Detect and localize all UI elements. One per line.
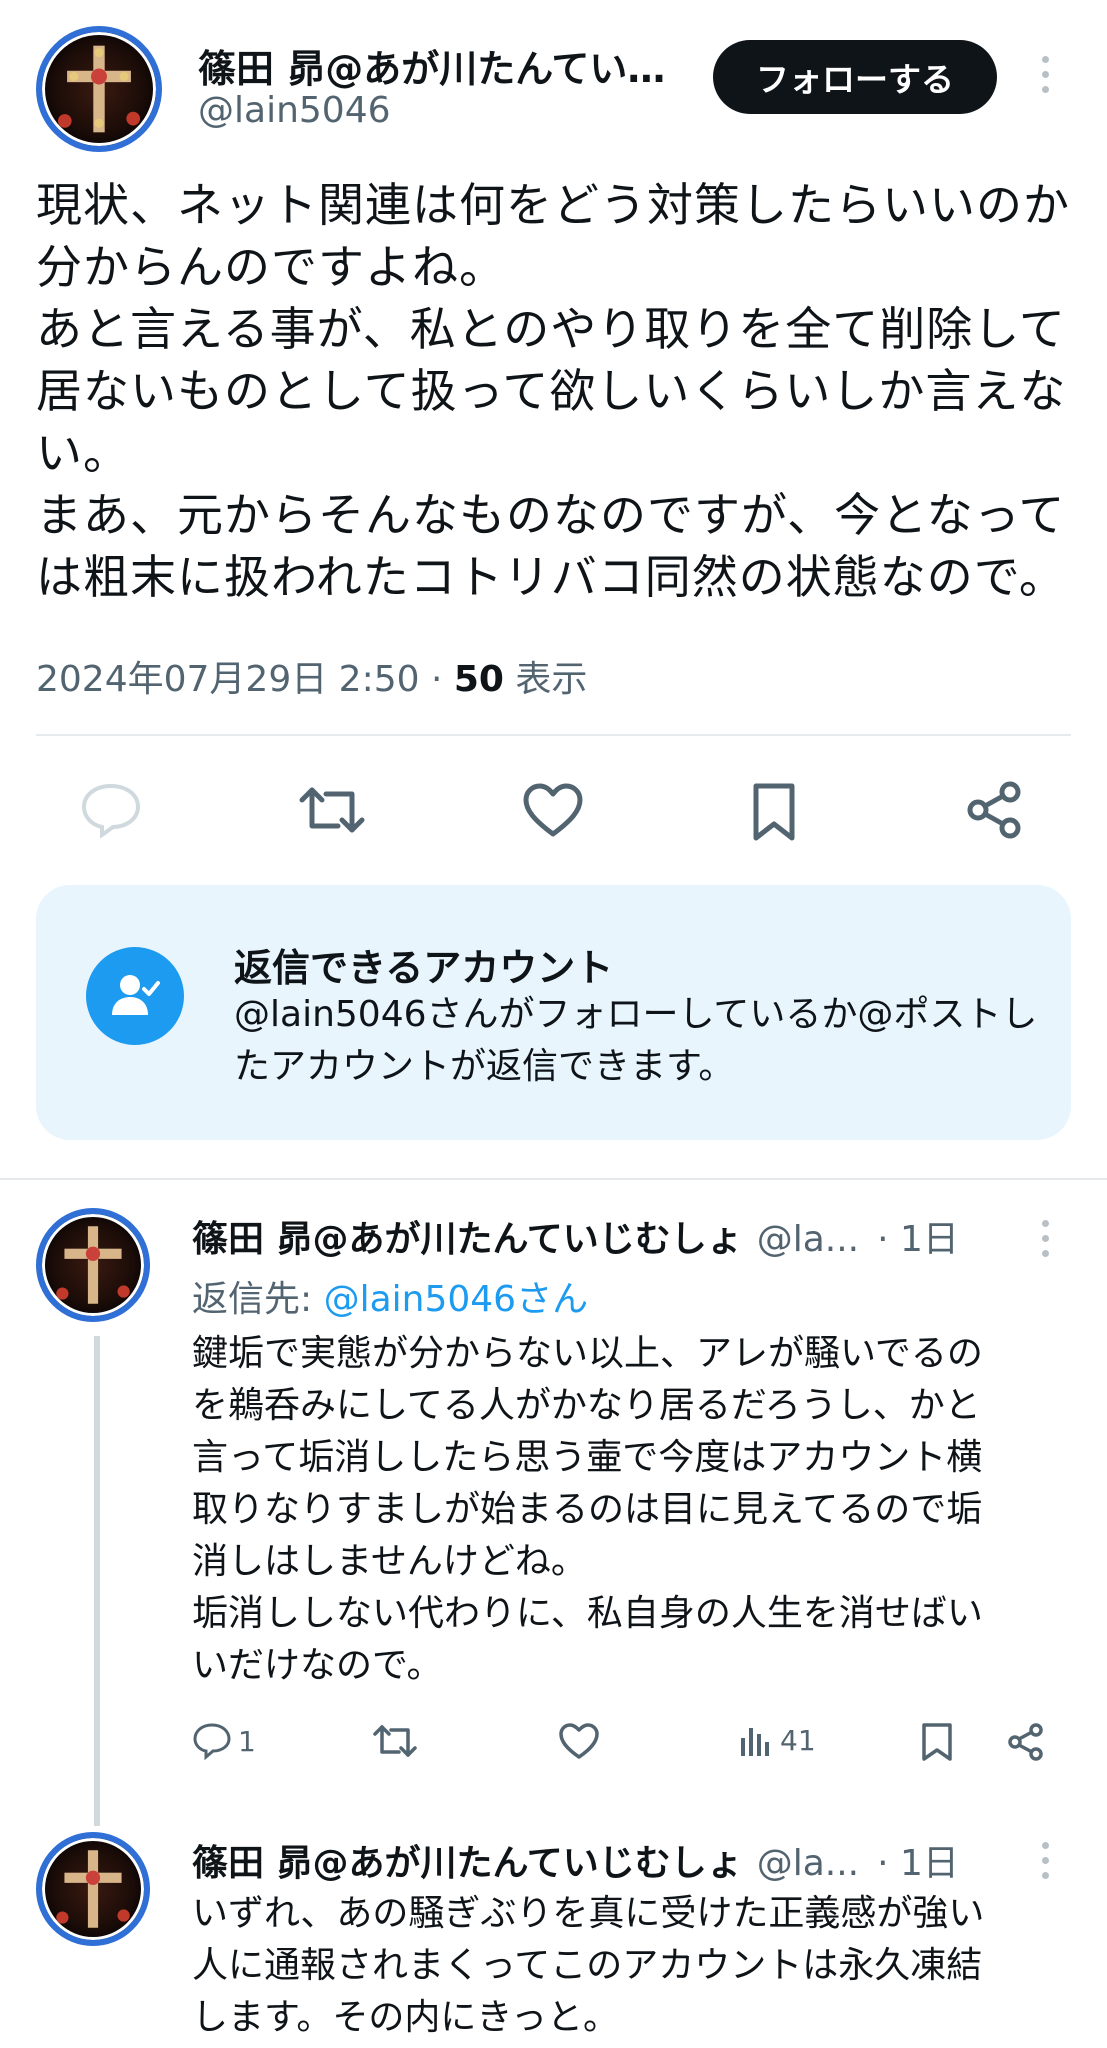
reply-text: 鍵垢で実態が分からない以上、アレが騒いでるの を鵜呑みにしてる人がかなり居るだろ… [192,1333,983,1686]
reply-icon [193,1723,231,1760]
reply-author-handle[interactable]: @la... [757,1219,859,1260]
like-icon[interactable] [522,782,584,838]
reply-time[interactable]: · 1日 [877,1210,959,1262]
view-label: 表示 [503,659,588,700]
reply-avatar[interactable] [36,1208,150,1322]
divider [36,734,1071,736]
thread-line [94,1336,100,1826]
bookmark-button[interactable] [920,1722,954,1762]
views-button[interactable]: 41 [738,1722,816,1758]
reply-actions: 1 41 [192,1722,1072,1772]
repost-icon [373,1725,417,1757]
reply-avatar[interactable] [36,1832,150,1946]
reply-to-label: 返信先: [192,1279,324,1320]
more-options-icon[interactable] [1030,1842,1060,1879]
divider [0,1178,1107,1180]
view-count: 50 [453,659,504,700]
share-button[interactable] [1006,1722,1046,1762]
reply-header: 篠田 昴@あが川たんていじむしょ @la... · 1日 [192,1210,1067,1262]
more-options-icon[interactable] [1030,56,1060,93]
post-date: 2024年07月29日 2:50 · [36,659,454,700]
reply-icon[interactable] [80,782,142,838]
bookmark-icon [922,1723,952,1761]
author-handle[interactable]: @lain5046 [198,90,391,131]
reply-restriction-title: 返信できるアカウント [234,946,614,990]
author-name[interactable]: 篠田 昴@あが川たんていじむしょ [198,38,678,93]
analytics-icon [741,1728,769,1756]
post-meta: 2024年07月29日 2:50 · 50 表示 [36,650,587,702]
reply-restriction-card: 返信できるアカウント @lain5046さんがフォローしているか@ポストしたアカ… [36,885,1071,1140]
repost-icon[interactable] [298,782,366,838]
reply-count: 1 [238,1724,256,1758]
like-icon [559,1723,599,1759]
reply-to-mention[interactable]: @lain5046さん [324,1279,589,1320]
reply-to-line: 返信先: @lain5046さん [192,1270,588,1322]
like-button[interactable] [558,1722,600,1760]
reply-author-name[interactable]: 篠田 昴@あが川たんていじむしょ [192,1210,743,1262]
bookmark-icon[interactable] [750,782,798,842]
post-text: 現状、ネット関連は何をどう対策したらいいのか 分からんのですよね。 あと言える事… [36,178,1070,604]
reply-header: 篠田 昴@あが川たんていじむしょ @la... · 1日 [192,1834,1067,1886]
share-icon[interactable] [966,780,1024,840]
reply-author-name[interactable]: 篠田 昴@あが川たんていじむしょ [192,1834,743,1886]
reply-restriction-body: @lain5046さんがフォローしているか@ポストしたアカウントが返信できます。 [234,994,1038,1087]
reply-text: いずれ、あの騒ぎぶりを真に受けた正義感が強い 人に通報されまくってこのアカウント… [192,1893,985,2038]
reply-button[interactable]: 1 [192,1722,256,1760]
user-check-icon [86,947,184,1045]
share-icon [1008,1723,1043,1761]
follow-button[interactable]: フォローする [713,40,997,114]
repost-button[interactable] [372,1722,418,1760]
more-options-icon[interactable] [1030,1220,1060,1257]
reply-time[interactable]: · 1日 [877,1834,959,1886]
author-avatar[interactable] [36,26,162,152]
view-count: 41 [780,1723,816,1757]
reply-author-handle[interactable]: @la... [757,1843,859,1884]
